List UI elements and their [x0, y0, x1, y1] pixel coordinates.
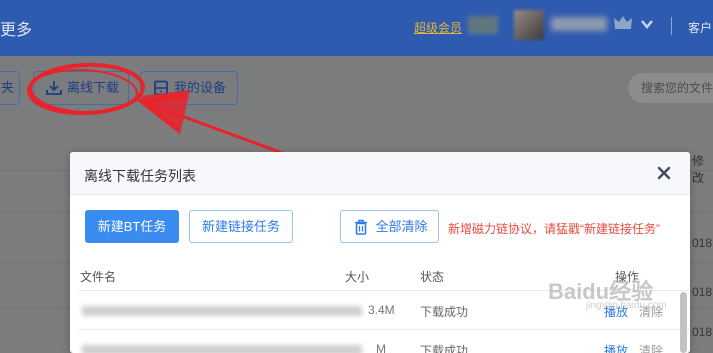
search-input[interactable]: 搜索您的文件	[628, 73, 713, 103]
modified-date-cell: 018	[692, 236, 713, 250]
new-folder-button[interactable]: 夹	[0, 71, 20, 105]
row-divider	[78, 329, 690, 330]
new-bt-task-button[interactable]: 新建BT任务	[85, 210, 179, 243]
offline-download-dialog: 离线下载任务列表 新建BT任务 新建链接任务 全部清除 新增磁力链协议，请猛戳“…	[70, 152, 690, 353]
dialog-header: 离线下载任务列表	[70, 152, 690, 195]
vip-blurred-info	[468, 16, 498, 34]
customer-service-link[interactable]: 客户	[688, 19, 712, 36]
size-cell: M	[376, 342, 386, 353]
dialog-title: 离线下载任务列表	[84, 168, 196, 184]
offline-download-label: 离线下载	[67, 80, 120, 95]
avatar[interactable]	[514, 10, 544, 40]
device-icon	[154, 80, 168, 96]
file-toolbar: 夹 离线下载 我的设备 搜索您的文件	[0, 56, 713, 122]
filename-blurred	[82, 306, 362, 316]
modified-date-cell: 018	[692, 285, 713, 299]
column-header-size: 大小	[345, 270, 370, 284]
close-icon[interactable]	[656, 165, 672, 181]
magnet-notice: 新增磁力链协议，请猛戳“新建链接任务”	[448, 222, 660, 236]
modified-date-cell: 018	[692, 325, 713, 339]
modified-column-header: 修改	[692, 154, 705, 185]
filename-blurred	[82, 345, 362, 353]
trash-icon	[355, 219, 367, 235]
divider	[671, 17, 672, 35]
size-cell: 3.4M	[368, 303, 395, 317]
username-blurred[interactable]	[551, 17, 607, 31]
crown-icon	[614, 16, 632, 29]
chevron-down-icon[interactable]	[640, 17, 654, 31]
download-icon	[46, 81, 62, 95]
scrollbar[interactable]	[680, 292, 687, 353]
my-devices-label: 我的设备	[174, 80, 227, 95]
my-devices-button[interactable]: 我的设备	[140, 71, 238, 105]
clear-link[interactable]: 清除	[639, 342, 663, 353]
clear-all-label: 全部清除	[375, 219, 428, 234]
new-link-task-button[interactable]: 新建链接任务	[189, 210, 293, 243]
more-menu[interactable]: 更多	[0, 16, 32, 40]
clear-all-button[interactable]: 全部清除	[340, 210, 439, 243]
new-folder-label: 夹	[1, 80, 15, 95]
top-navigation-bar: 更多 超级会员 客户	[0, 0, 713, 56]
play-link[interactable]: 播放	[604, 342, 628, 353]
status-cell: 下载成功	[420, 344, 469, 353]
baidu-watermark-url: jingyan.baidu.com	[586, 300, 667, 311]
column-header-status: 状态	[420, 270, 445, 284]
column-header-filename: 文件名	[80, 270, 117, 284]
super-vip-link[interactable]: 超级会员	[414, 19, 462, 36]
status-cell: 下载成功	[420, 305, 469, 319]
offline-download-button[interactable]: 离线下载	[33, 71, 129, 105]
